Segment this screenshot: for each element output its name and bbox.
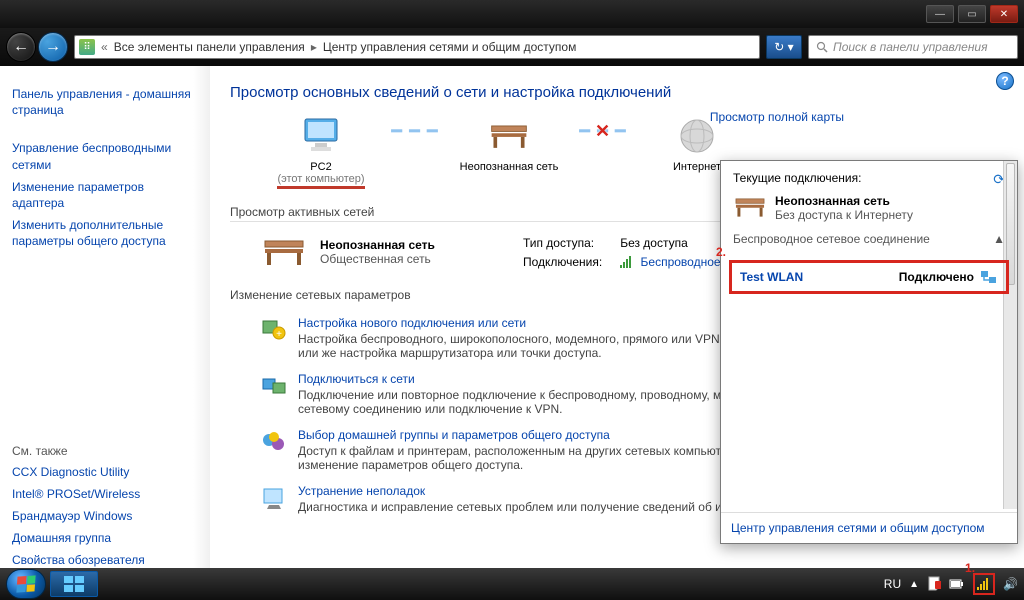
breadcrumb-chev-icon: « [101,40,108,54]
node-label: Интернет [673,161,721,173]
network-type[interactable]: Общественная сеть [320,252,435,266]
annotated-tray-item: 1. [973,573,995,595]
flyout-wlan-header: Беспроводное сетевое соединение [733,232,930,246]
action-center-icon[interactable] [927,576,941,592]
detail-key: Тип доступа: [515,234,610,251]
breadcrumb[interactable]: ⠿ « Все элементы панели управления ▸ Цен… [74,35,760,59]
sidebar-home[interactable]: Панель управления - домашняя страница [12,86,198,118]
refresh-button[interactable]: ↻ ▾ [766,35,802,59]
task-link[interactable]: Подключиться к сети [298,372,415,386]
node-unidentified: Неопознанная сеть [454,115,564,173]
power-icon[interactable] [949,578,965,590]
task-link[interactable]: Выбор домашней группы и параметров общег… [298,428,610,442]
windows-logo-icon [16,575,35,592]
node-label: Неопознанная сеть [460,161,559,173]
signal-icon [620,256,634,268]
breadcrumb-item[interactable]: Центр управления сетями и общим доступом [323,40,577,54]
flyout-selected-network[interactable]: 2. Test WLAN Подключено [729,260,1009,294]
search-icon [815,40,829,54]
scrollbar[interactable] [1003,161,1017,509]
full-map-link[interactable]: Просмотр полной карты [710,110,844,124]
section-label: Просмотр активных сетей [230,205,374,219]
homegroup-icon [260,428,288,456]
sidebar-link[interactable]: Изменить дополнительные параметры общего… [12,217,198,249]
wizard-icon: + [260,316,288,344]
tray-overflow-icon[interactable]: ▲ [909,579,919,590]
network-name: Неопознанная сеть [320,238,435,252]
link-line-icon: ━ ━ ━ [390,115,440,147]
annotation-label: 2. [716,245,726,259]
annotation-label: 1. [965,561,975,575]
sidebar-link[interactable]: Изменение параметров адаптера [12,179,198,211]
sidebar-related-link[interactable]: Свойства обозревателя [12,552,198,568]
node-this-pc: PC2 (этот компьютер) [266,115,376,189]
sidebar-related-link[interactable]: CCX Diagnostic Utility [12,464,198,480]
system-tray: RU ▲ 1. 🔊 [884,573,1018,595]
forward-button[interactable]: → [38,32,68,62]
taskbar-app[interactable] [50,571,98,597]
language-indicator[interactable]: RU [884,577,901,591]
control-panel-icon: ⠿ [79,39,95,55]
flyout-header: Текущие подключения: [733,171,861,185]
connect-icon [260,372,288,400]
sidebar-related-link[interactable]: Домашняя группа [12,530,198,546]
start-button[interactable] [6,569,46,599]
connection-state: Подключено [899,270,974,284]
taskbar: RU ▲ 1. 🔊 [0,568,1024,600]
task-link[interactable]: Настройка нового подключения или сети [298,316,526,330]
volume-icon[interactable]: 🔊 [1003,577,1018,591]
bench-icon [260,232,308,272]
nav-bar: ← → ⠿ « Все элементы панели управления ▸… [0,28,1024,66]
flyout-net-status: Без доступа к Интернету [775,208,913,222]
app-icon [63,575,85,593]
flyout-net-name: Неопознанная сеть [775,194,913,208]
svg-text:+: + [276,329,282,340]
page-title: Просмотр основных сведений о сети и наст… [230,84,1004,101]
maximize-button[interactable]: ▭ [958,5,986,23]
node-label: PC2 [310,161,331,173]
network-mini-icon [980,269,998,285]
breadcrumb-sep-icon: ▸ [311,40,317,54]
sidebar-related-header: См. также [12,444,198,458]
open-network-center-link[interactable]: Центр управления сетями и общим доступом [731,521,985,535]
sidebar-related-link[interactable]: Intel® PROSet/Wireless [12,486,198,502]
breadcrumb-item[interactable]: Все элементы панели управления [114,40,305,54]
sidebar-link[interactable]: Управление беспроводными сетями [12,140,198,172]
link-broken-icon: ━ ━ ━✕ [578,115,628,147]
wifi-signal-icon[interactable] [977,578,991,590]
bench-icon [488,115,530,157]
search-input[interactable]: Поиск в панели управления [808,35,1018,59]
network-flyout: Текущие подключения: ⟳ Неопознанная сеть… [720,160,1018,544]
task-link[interactable]: Устранение неполадок [298,484,425,498]
back-button[interactable]: ← [6,32,36,62]
node-sublabel: (этот компьютер) [277,173,364,189]
close-button[interactable]: ✕ [990,5,1018,23]
window-chrome: — ▭ ✕ [0,0,1024,28]
sidebar-related-link[interactable]: Брандмауэр Windows [12,508,198,524]
help-icon[interactable]: ? [996,72,1014,90]
section-label: Изменение сетевых параметров [230,288,411,302]
ssid-label: Test WLAN [740,270,803,284]
monitor-icon [300,115,342,157]
bench-icon [733,194,767,222]
minimize-button[interactable]: — [926,5,954,23]
task-desc: Диагностика и исправление сетевых пробле… [298,500,791,514]
sidebar: Панель управления - домашняя страница Уп… [0,66,210,568]
detail-key: Подключения: [515,253,610,270]
search-placeholder: Поиск в панели управления [833,40,988,54]
troubleshoot-icon [260,484,288,512]
x-icon: ✕ [595,121,611,142]
